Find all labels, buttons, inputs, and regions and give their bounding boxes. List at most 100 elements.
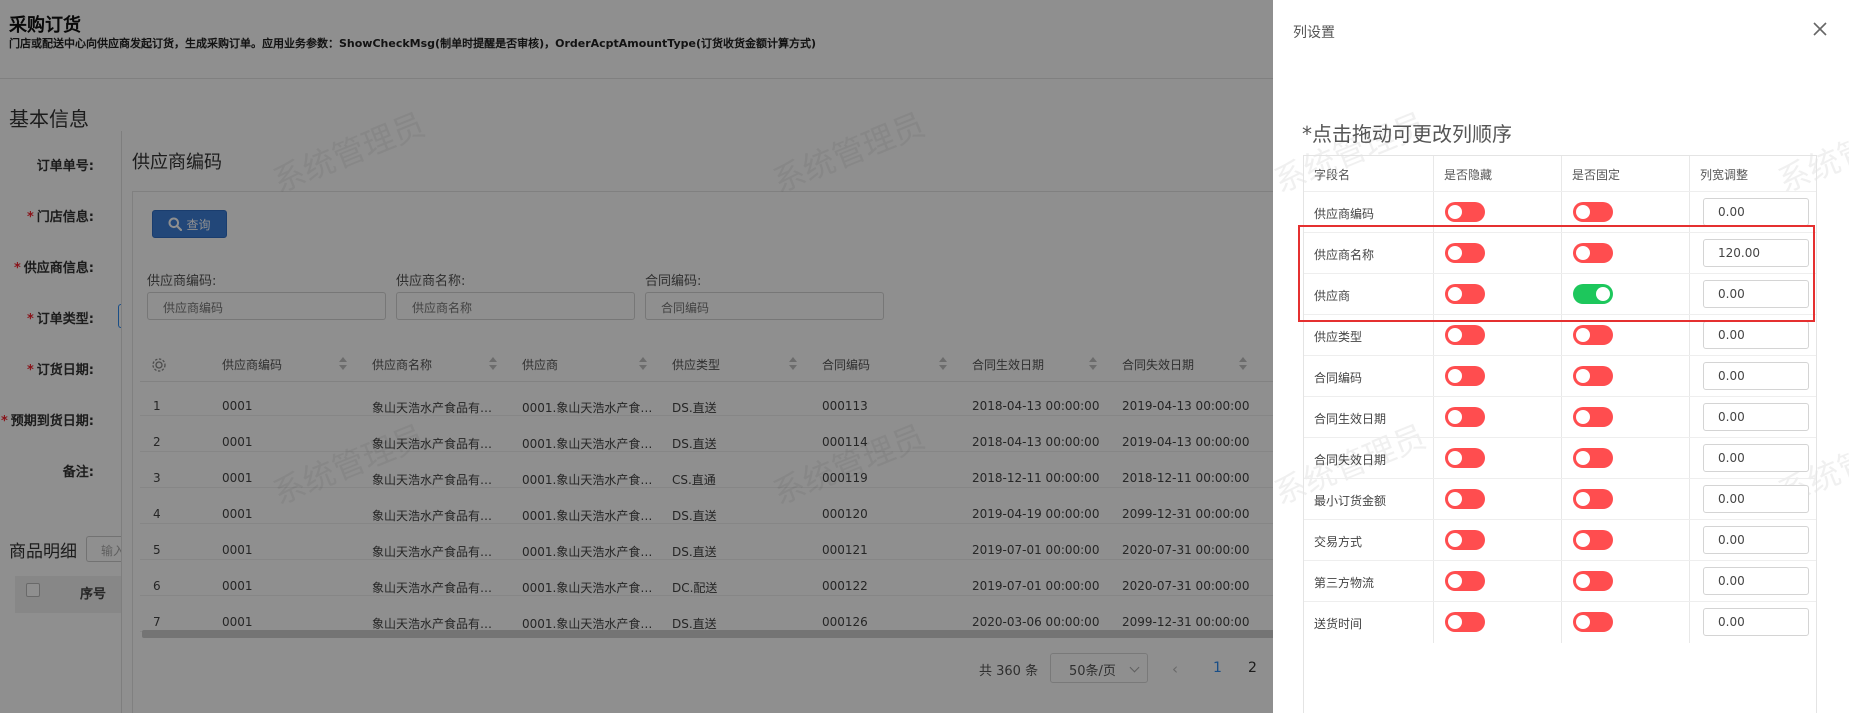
cell-contract-start: 2018-04-13 00:00:00 (972, 399, 1100, 413)
header-field-name: 字段名 (1314, 168, 1351, 182)
fixed-toggle[interactable] (1573, 284, 1613, 304)
header-column-width: 列宽调整 (1700, 168, 1749, 182)
column-header-vendor-code[interactable]: 供应商编码 (222, 356, 282, 373)
cell-contract-end: 2018-12-11 00:00:00 (1122, 471, 1250, 485)
column-header-vendor[interactable]: 供应商 (522, 356, 558, 373)
store-info-label: * 门店信息: (26, 210, 94, 225)
cell-vendor-name: 象山天浩水产食品有… (372, 473, 493, 487)
order-number-label: 订单单号: (36, 159, 94, 174)
column-width-input[interactable] (1703, 403, 1809, 431)
filter-vendor-code-label: 供应商编码: (147, 274, 217, 289)
fixed-toggle[interactable] (1573, 448, 1613, 468)
pager-page-1[interactable]: 1 (1213, 660, 1222, 676)
column-header-contract-start[interactable]: 合同生效日期 (972, 356, 1044, 373)
fixed-toggle[interactable] (1573, 489, 1613, 509)
sort-icon[interactable] (339, 357, 347, 371)
sort-icon[interactable] (1239, 357, 1247, 371)
fixed-toggle[interactable] (1573, 571, 1613, 591)
vendor-info-label: * 供应商信息: (13, 261, 94, 276)
column-setting-row[interactable]: 合同生效日期 (1304, 396, 1816, 437)
column-setting-row[interactable]: 供应商编码 (1304, 191, 1816, 232)
hide-toggle[interactable] (1445, 284, 1485, 304)
column-width-input[interactable] (1703, 567, 1809, 595)
column-width-input[interactable] (1703, 280, 1809, 308)
cell-contract-end: 2099-12-31 00:00:00 (1122, 507, 1250, 521)
sort-icon[interactable] (1089, 357, 1097, 371)
contract-code-input[interactable]: 合同编码 (645, 292, 884, 320)
gear-icon[interactable] (151, 357, 167, 373)
sort-icon[interactable] (939, 357, 947, 371)
fixed-toggle[interactable] (1573, 202, 1613, 222)
goods-select-all-checkbox[interactable] (26, 583, 40, 597)
field-name: 最小订货金额 (1314, 494, 1387, 508)
column-width-input[interactable] (1703, 362, 1809, 390)
cell-supply-type: CS.直通 (672, 473, 716, 487)
drag-hint: *点击拖动可更改列顺序 (1302, 122, 1512, 146)
column-header-supply-type[interactable]: 供应类型 (672, 356, 720, 373)
pager-page-2[interactable]: 2 (1248, 660, 1257, 676)
cell-vendor: 0001.象山天浩水产食… (522, 473, 653, 487)
cell-vendor: 0001.象山天浩水产食… (522, 509, 653, 523)
cell-vendor-code: 0001 (222, 399, 253, 413)
column-width-input[interactable] (1703, 321, 1809, 349)
column-settings-drawer: 列设置 *点击拖动可更改列顺序 系统管理员 系统管理员 系统管理员 系统管理员 … (1273, 0, 1849, 713)
page-size-select[interactable]: 50条/页 (1050, 653, 1148, 683)
cell-contract-code: 000120 (822, 507, 868, 521)
cell-vendor: 0001.象山天浩水产食… (522, 401, 653, 415)
column-header-contract-code[interactable]: 合同编码 (822, 356, 870, 373)
column-width-input[interactable] (1703, 526, 1809, 554)
fixed-toggle[interactable] (1573, 612, 1613, 632)
column-setting-row[interactable]: 最小订货金额 (1304, 478, 1816, 519)
column-width-input[interactable] (1703, 239, 1809, 267)
column-width-input[interactable] (1703, 444, 1809, 472)
hide-toggle[interactable] (1445, 612, 1485, 632)
cell-vendor-name: 象山天浩水产食品有… (372, 545, 493, 559)
column-setting-row[interactable]: 合同编码 (1304, 355, 1816, 396)
hide-toggle[interactable] (1445, 571, 1485, 591)
goods-search-input[interactable]: 输入 (86, 536, 126, 562)
hide-toggle[interactable] (1445, 202, 1485, 222)
hide-toggle[interactable] (1445, 366, 1485, 386)
fixed-toggle[interactable] (1573, 243, 1613, 263)
sort-icon[interactable] (639, 357, 647, 371)
fixed-toggle[interactable] (1573, 366, 1613, 386)
field-name: 供应商 (1314, 289, 1351, 303)
pager-prev-button[interactable]: ‹ (1172, 660, 1178, 678)
column-setting-row[interactable]: 供应商 (1304, 273, 1816, 314)
vendor-name-input[interactable]: 供应商名称 (396, 292, 635, 320)
column-width-input[interactable] (1703, 485, 1809, 513)
fixed-toggle[interactable] (1573, 530, 1613, 550)
column-setting-row[interactable]: 交易方式 (1304, 519, 1816, 560)
order-type-label: * 订单类型: (26, 312, 94, 327)
column-header-vendor-name[interactable]: 供应商名称 (372, 356, 432, 373)
cell-vendor-name: 象山天浩水产食品有… (372, 437, 493, 451)
hide-toggle[interactable] (1445, 448, 1485, 468)
hide-toggle[interactable] (1445, 489, 1485, 509)
filter-contract-code-label: 合同编码: (645, 274, 702, 289)
goods-seq-header: 序号 (80, 587, 107, 602)
column-header-contract-end[interactable]: 合同失效日期 (1122, 356, 1194, 373)
sort-icon[interactable] (789, 357, 797, 371)
cell-row-number: 5 (153, 543, 161, 557)
hide-toggle[interactable] (1445, 325, 1485, 345)
hide-toggle[interactable] (1445, 243, 1485, 263)
column-setting-row[interactable]: 供应类型 (1304, 314, 1816, 355)
cell-row-number: 1 (153, 399, 161, 413)
column-width-input[interactable] (1703, 198, 1809, 226)
column-width-input[interactable] (1703, 608, 1809, 636)
fixed-toggle[interactable] (1573, 325, 1613, 345)
fixed-toggle[interactable] (1573, 407, 1613, 427)
hide-toggle[interactable] (1445, 407, 1485, 427)
column-setting-row[interactable]: 供应商名称 (1304, 232, 1816, 273)
cell-contract-end: 2099-12-31 00:00:00 (1122, 615, 1250, 629)
hide-toggle[interactable] (1445, 530, 1485, 550)
vendor-code-input[interactable]: 供应商编码 (147, 292, 386, 320)
column-setting-row[interactable]: 送货时间 (1304, 601, 1816, 642)
column-setting-row[interactable]: 第三方物流 (1304, 560, 1816, 601)
horizontal-scrollbar[interactable] (142, 630, 1301, 638)
query-button[interactable]: 查询 (152, 210, 227, 238)
column-setting-row[interactable]: 合同失效日期 (1304, 437, 1816, 478)
close-icon[interactable] (1809, 18, 1831, 40)
basic-info-title: 基本信息 (9, 107, 89, 131)
sort-icon[interactable] (489, 357, 497, 371)
